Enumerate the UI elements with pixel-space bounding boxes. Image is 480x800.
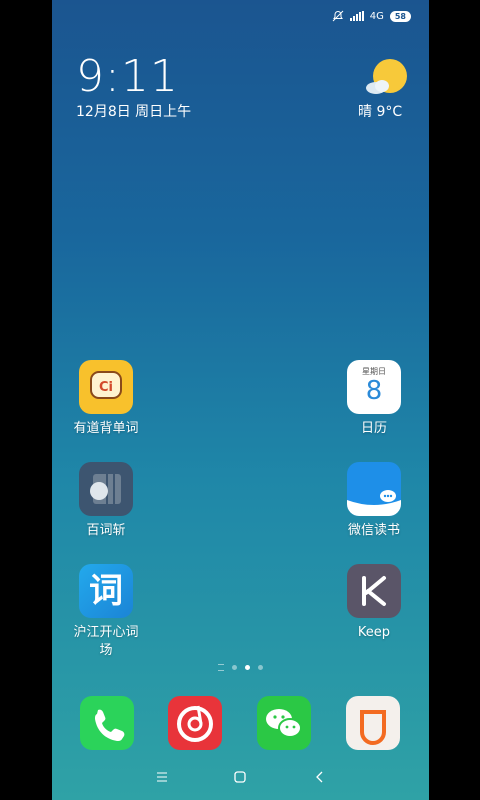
- app-calendar[interactable]: 星期日 8 日历: [334, 360, 414, 438]
- battery-indicator: 58: [389, 10, 411, 22]
- menu-icon[interactable]: [150, 766, 174, 790]
- baicizhan-icon: [79, 462, 133, 516]
- keep-icon: [347, 564, 401, 618]
- mute-icon: [332, 10, 344, 22]
- app-weixin-read[interactable]: 微信读书: [334, 462, 414, 540]
- calendar-day: 8: [365, 376, 383, 406]
- calendar-icon: 星期日 8: [347, 360, 401, 414]
- app-hujiang-cichang[interactable]: 词 沪江开心词场: [66, 564, 146, 660]
- ci-glyph: 词: [89, 571, 123, 611]
- signal-icon: [349, 11, 364, 21]
- status-bar: 4G 58: [332, 6, 411, 26]
- weixin-read-icon: [347, 462, 401, 516]
- app-label: 有道背单词: [73, 421, 139, 436]
- hujiang-ci-icon: 词: [79, 564, 133, 618]
- page-dot[interactable]: [258, 665, 263, 670]
- page-dot-active[interactable]: [245, 665, 250, 670]
- didi-icon[interactable]: [346, 696, 400, 750]
- navigation-bar: [52, 766, 429, 790]
- page-indicator-feed[interactable]: [218, 664, 224, 671]
- phone-icon[interactable]: [80, 696, 134, 750]
- wechat-icon[interactable]: [257, 696, 311, 750]
- app-keep[interactable]: Keep: [334, 564, 414, 642]
- netease-music-icon[interactable]: [168, 696, 222, 750]
- back-icon[interactable]: [308, 766, 332, 790]
- weather-text[interactable]: 晴 9°C: [358, 101, 402, 121]
- svg-text:Ci: Ci: [99, 380, 113, 395]
- clock-date[interactable]: 12月8日 周日上午: [76, 101, 191, 121]
- page-dot[interactable]: [232, 665, 237, 670]
- app-label: 沪江开心词场: [73, 625, 139, 658]
- app-baicizhan[interactable]: 百词斩: [66, 462, 146, 540]
- app-label: Keep: [357, 625, 391, 640]
- app-youdao-beidanci[interactable]: Ci 有道背单词: [66, 360, 146, 438]
- app-label: 微信读书: [347, 523, 400, 538]
- page-indicator[interactable]: [218, 664, 263, 671]
- app-label: 日历: [360, 421, 387, 436]
- youdao-ci-icon: Ci: [79, 360, 133, 414]
- clock-time[interactable]: 9:11: [76, 52, 179, 102]
- app-label: 百词斩: [86, 523, 126, 538]
- sunny-weather-icon[interactable]: [365, 58, 409, 98]
- network-type: 4G: [369, 10, 384, 22]
- home-screen: 4G 58 9:11 12月8日 周日上午 晴 9°C Ci 有道背单词 星期日…: [52, 0, 429, 800]
- home-icon[interactable]: [228, 766, 252, 790]
